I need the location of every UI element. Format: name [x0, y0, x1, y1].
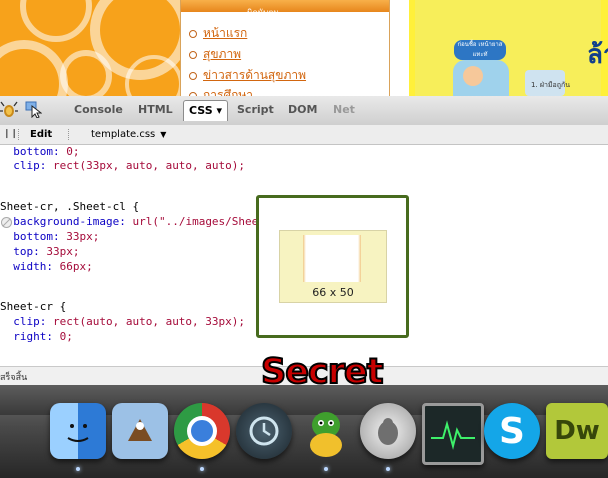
skype-icon[interactable]: S	[484, 403, 540, 459]
mail-icon[interactable]	[112, 403, 168, 459]
grip-icon: ❙❙	[3, 129, 19, 139]
status-text: สร็จสิ้น	[0, 373, 28, 383]
handwash-illustration	[453, 60, 509, 96]
secret-overlay-label: Secret	[260, 351, 384, 393]
image-preview-card: 66 x 50	[279, 230, 387, 303]
code-line[interactable]: clip: rect(auto, auto, auto, 33px);	[0, 315, 245, 329]
sequel-pro-icon[interactable]	[360, 403, 416, 459]
nav-link-home[interactable]: หน้าแรก	[189, 24, 247, 43]
code-line[interactable]: bottom: 0;	[0, 145, 79, 159]
stylesheet-name: template.css	[91, 129, 156, 140]
finder-icon[interactable]	[50, 403, 106, 459]
nav-link-label: การศึกษา	[203, 88, 253, 96]
css-selector[interactable]: Sheet-cr {	[0, 300, 66, 314]
code-line[interactable]: right: 0;	[0, 330, 73, 344]
code-line[interactable]: bottom: 33px;	[0, 230, 99, 244]
image-preview-tooltip: 66 x 50	[256, 195, 409, 338]
time-machine-icon[interactable]	[236, 403, 292, 459]
inspect-element-icon[interactable]	[24, 100, 42, 118]
tab-css[interactable]: CSS ▾	[183, 100, 228, 121]
tab-dom[interactable]: DOM	[283, 100, 322, 120]
bullet-icon	[189, 71, 197, 80]
dreamweaver-icon[interactable]: Dw	[546, 403, 608, 459]
firebug-subtoolbar: ❙❙ Edit template.css ▼	[0, 125, 608, 145]
sidebar-nav-box: นิดนับตน หน้าแรก สุขภาพ ข่าวสารด้านสุขภา…	[180, 0, 390, 96]
web-page-content: นิดนับตน หน้าแรก สุขภาพ ข่าวสารด้านสุขภา…	[0, 0, 608, 96]
tab-net[interactable]: Net	[328, 100, 360, 120]
image-dimensions: 66 x 50	[312, 286, 354, 299]
code-line[interactable]: width: 66px;	[0, 260, 93, 274]
code-line[interactable]: top: 33px;	[0, 245, 79, 259]
nav-header: นิดนับตน	[181, 0, 389, 17]
nav-header-label: นิดนับตน	[247, 8, 279, 17]
activity-monitor-icon[interactable]	[422, 403, 484, 465]
chrome-icon[interactable]	[174, 403, 230, 459]
nav-link-health[interactable]: สุขภาพ	[189, 45, 241, 64]
code-line[interactable]: clip: rect(33px, auto, auto, auto);	[0, 159, 245, 173]
nav-link-education[interactable]: การศึกษา	[189, 86, 253, 96]
ad-badge: ก่อนชื้อ เหน้ายาสแทะทั	[454, 40, 506, 60]
firebug-toolbar: Console HTML CSS ▾ Script DOM Net	[0, 96, 608, 126]
tab-script[interactable]: Script	[232, 100, 279, 120]
firebug-bug-icon[interactable]	[0, 100, 18, 118]
tab-console[interactable]: Console	[69, 100, 128, 120]
nav-link-label: ข่าวสารด้านสุขภาพ	[203, 68, 307, 82]
nav-link-label: หน้าแรก	[203, 26, 248, 40]
ad-banner[interactable]: ก่อนชื้อ เหน้ายาสแทะทั 1. ฝ่ามือถูกัน ล้…	[409, 0, 608, 96]
nav-link-health-news[interactable]: ข่าวสารด้านสุขภาพ	[189, 66, 306, 85]
adium-icon[interactable]	[298, 403, 354, 459]
css-selector[interactable]: Sheet-cr, .Sheet-cl {	[0, 200, 139, 214]
tab-html[interactable]: HTML	[133, 100, 178, 120]
chevron-down-icon: ▼	[160, 130, 167, 139]
nav-link-label: สุขภาพ	[203, 47, 242, 61]
bullet-icon	[189, 29, 197, 38]
bullet-icon	[189, 50, 197, 59]
stylesheet-select[interactable]: template.css ▼	[91, 125, 166, 144]
edit-button[interactable]: Edit	[30, 125, 52, 144]
ad-caption: 1. ฝ่ามือถูกัน	[531, 81, 571, 89]
ad-headline: ล้า	[587, 40, 608, 70]
orange-decorative-banner	[0, 0, 180, 96]
dock: S Dw	[0, 385, 608, 478]
image-preview	[303, 235, 361, 282]
